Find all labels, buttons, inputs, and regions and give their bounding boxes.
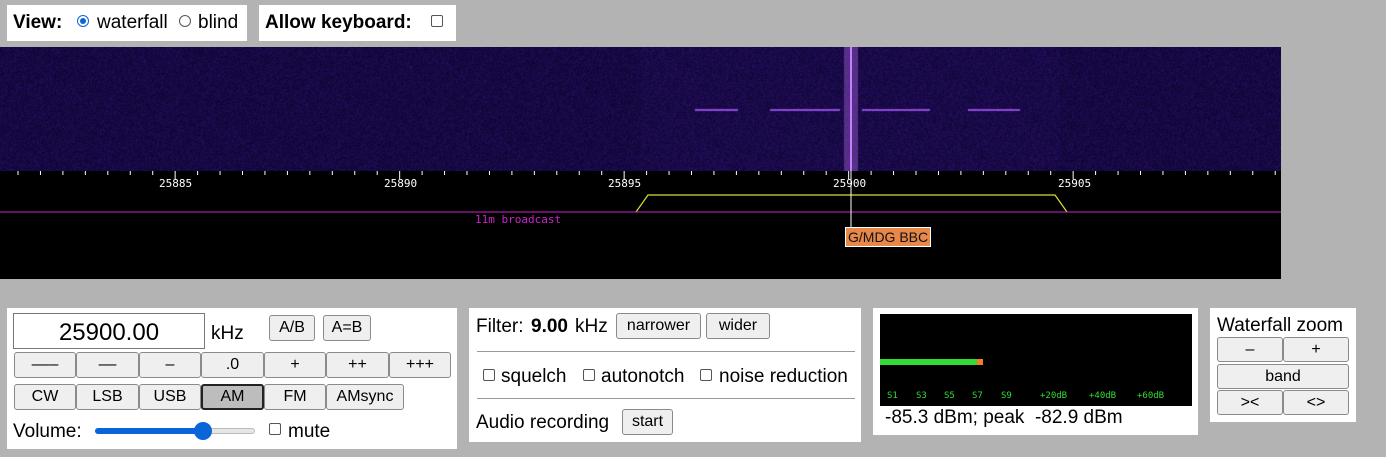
recording-start-button[interactable]: start <box>622 409 673 435</box>
view-label: View: <box>13 12 63 33</box>
mode-am-button[interactable]: AM <box>201 384 264 410</box>
allow-keyboard-label: Allow keyboard: <box>265 12 412 33</box>
filter-label: Filter: <box>476 316 524 337</box>
smeter-panel: S1 S3 S5 S7 S9 +20dB +40dB +60dB -85.3 dBm; pea… <box>873 308 1198 435</box>
view-panel: View: waterfall blind <box>7 5 247 41</box>
signal-level-bar <box>880 359 977 365</box>
filter-value: 9.00 <box>531 316 568 337</box>
mute-label[interactable]: mute <box>288 421 330 443</box>
autonotch-checkbox[interactable] <box>583 369 595 381</box>
step-up-3-button[interactable]: +++ <box>389 352 451 378</box>
zoom-out-button[interactable]: – <box>1217 337 1283 362</box>
mode-usb-button[interactable]: USB <box>139 384 201 410</box>
round-frequency-button[interactable]: .0 <box>201 352 264 378</box>
a-equals-b-button[interactable]: A=B <box>323 315 371 341</box>
tuning-panel: 25900.00 kHz A/B A=B ––– –– – .0 + ++ ++… <box>7 308 457 449</box>
allow-keyboard-checkbox[interactable] <box>431 15 443 27</box>
frequency-input[interactable]: 25900.00 <box>13 313 205 349</box>
narrower-button[interactable]: narrower <box>616 313 701 339</box>
zoom-panel: Waterfall zoom – + band >< <> <box>1210 308 1356 422</box>
filter-panel: Filter: 9.00 kHz narrower wider squelch … <box>469 308 861 442</box>
blind-radio[interactable] <box>179 15 191 27</box>
volume-label: Volume: <box>13 421 82 442</box>
scale-label-25900: 25900 <box>833 177 867 190</box>
noise-reduction-label[interactable]: noise reduction <box>719 366 848 388</box>
filter-unit: kHz <box>575 316 608 337</box>
frequency-value: 25900.00 <box>58 319 160 346</box>
step-up-2-button[interactable]: ++ <box>326 352 389 378</box>
mode-amsync-button[interactable]: AMsync <box>326 384 404 410</box>
spectrum-display[interactable]: 25885 25890 25895 25900 25905 11m broadc… <box>0 47 1281 279</box>
smeter-scale-label: +40dB <box>1089 391 1116 401</box>
signal-peak-marker <box>976 359 983 365</box>
waterfall-radio[interactable] <box>77 15 89 27</box>
volume-knob[interactable] <box>194 422 213 440</box>
step-up-1-button[interactable]: + <box>264 352 326 378</box>
smeter-scale-label: S7 <box>972 391 983 401</box>
filter-divider-2 <box>477 398 855 399</box>
smeter-scale-label: S3 <box>916 391 927 401</box>
squelch-checkbox[interactable] <box>483 369 495 381</box>
scale-label-25885: 25885 <box>159 177 193 190</box>
zoom-narrow-button[interactable]: >< <box>1217 390 1283 415</box>
mode-fm-button[interactable]: FM <box>264 384 326 410</box>
volume-slider[interactable] <box>95 422 255 440</box>
filter-divider-1 <box>477 351 855 352</box>
wider-button[interactable]: wider <box>706 313 770 339</box>
zoom-band-button[interactable]: band <box>1217 364 1349 389</box>
smeter-scale-label: +20dB <box>1040 391 1067 401</box>
zoom-title: Waterfall zoom <box>1217 315 1343 336</box>
zoom-wide-button[interactable]: <> <box>1283 390 1349 415</box>
scale-label-25905: 25905 <box>1058 177 1092 190</box>
station-label[interactable]: G/MDG BBC <box>845 227 932 247</box>
scale-label-25890: 25890 <box>384 177 418 190</box>
mute-checkbox[interactable] <box>269 423 281 435</box>
mode-lsb-button[interactable]: LSB <box>76 384 139 410</box>
band-name: 11m broadcast <box>475 213 562 226</box>
smeter-scale-label: S5 <box>944 391 955 401</box>
smeter-scale-label: S1 <box>887 391 898 401</box>
mode-cw-button[interactable]: CW <box>14 384 76 410</box>
ab-button[interactable]: A/B <box>269 315 315 341</box>
step-down-2-button[interactable]: –– <box>76 352 139 378</box>
blind-label[interactable]: blind <box>198 12 238 34</box>
smeter-scale-label: +60dB <box>1137 391 1164 401</box>
zoom-in-button[interactable]: + <box>1283 337 1349 362</box>
step-down-3-button[interactable]: ––– <box>14 352 76 378</box>
autonotch-label[interactable]: autonotch <box>601 366 684 388</box>
frequency-scale[interactable] <box>0 47 1281 279</box>
signal-readout: -85.3 dBm; peak -82.9 dBm <box>885 407 1123 428</box>
frequency-unit: kHz <box>211 323 244 344</box>
waterfall-label[interactable]: waterfall <box>97 12 168 34</box>
noise-reduction-checkbox[interactable] <box>700 369 712 381</box>
volume-fill <box>95 428 207 434</box>
smeter-display: S1 S3 S5 S7 S9 +20dB +40dB +60dB <box>880 314 1192 406</box>
scale-label-25895: 25895 <box>608 177 642 190</box>
squelch-label[interactable]: squelch <box>501 366 567 388</box>
keyboard-panel: Allow keyboard: <box>259 5 456 41</box>
audio-recording-label: Audio recording <box>476 412 610 433</box>
smeter-scale-label: S9 <box>1001 391 1012 401</box>
step-down-1-button[interactable]: – <box>139 352 201 378</box>
